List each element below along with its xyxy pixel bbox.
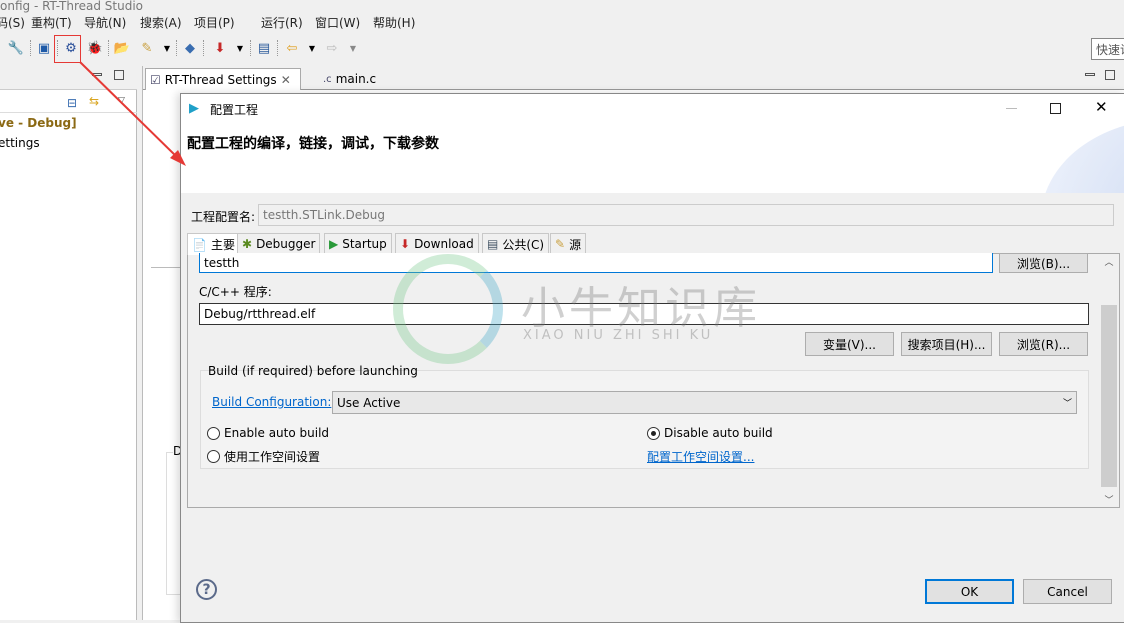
annotation-arrow [79, 61, 186, 166]
